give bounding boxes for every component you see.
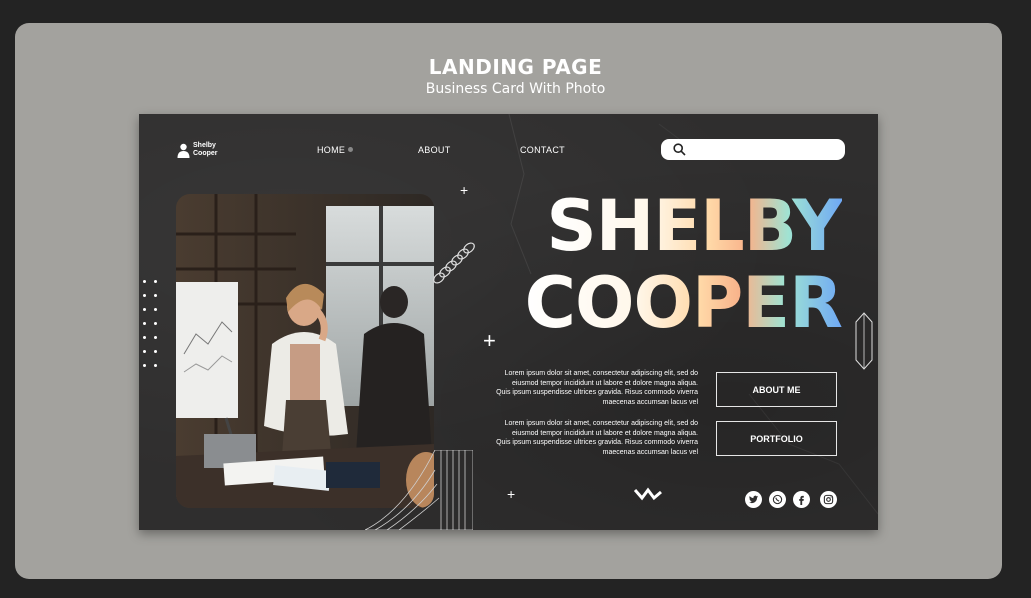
- page-subheading: Business Card With Photo: [425, 81, 606, 97]
- plus-decoration: +: [483, 328, 496, 353]
- nav-contact[interactable]: CONTACT: [520, 145, 565, 155]
- spring-decoration: [433, 242, 475, 284]
- twitter-icon[interactable]: [745, 491, 762, 508]
- page-heading: LANDING PAGE: [428, 55, 603, 79]
- nav-about[interactable]: ABOUT: [418, 145, 451, 155]
- crystal-decoration: [855, 312, 873, 370]
- hero-name-last: COOPER: [524, 262, 843, 344]
- wire-mesh-decoration: [365, 450, 473, 530]
- logo-text: Shelby Cooper: [193, 142, 225, 158]
- person-icon: [177, 143, 190, 158]
- nav-home[interactable]: HOME: [317, 145, 345, 155]
- instagram-icon[interactable]: [820, 491, 837, 508]
- zigzag-decoration: [634, 487, 662, 501]
- nav-active-dot: [348, 147, 353, 152]
- hero-name-first: SHELBY: [546, 185, 843, 267]
- search-input[interactable]: [661, 139, 845, 160]
- landing-page-mockup: Shelby Cooper HOME ABOUT CONTACT + + + S…: [139, 114, 878, 530]
- whatsapp-icon[interactable]: [769, 491, 786, 508]
- search-icon: [673, 143, 686, 156]
- about-me-button[interactable]: ABOUT ME: [716, 372, 837, 407]
- portfolio-button[interactable]: PORTFOLIO: [716, 421, 837, 456]
- logo-line-1: Shelby: [193, 142, 216, 149]
- logo-line-2: Cooper: [193, 150, 218, 157]
- plus-decoration: +: [460, 182, 469, 198]
- site-logo[interactable]: Shelby Cooper: [177, 142, 225, 158]
- facebook-icon[interactable]: [793, 491, 810, 508]
- intro-paragraph: Lorem ipsum dolor sit amet, consectetur …: [496, 370, 698, 406]
- plus-decoration: +: [507, 486, 516, 502]
- intro-paragraph: Lorem ipsum dolor sit amet, consectetur …: [496, 420, 698, 456]
